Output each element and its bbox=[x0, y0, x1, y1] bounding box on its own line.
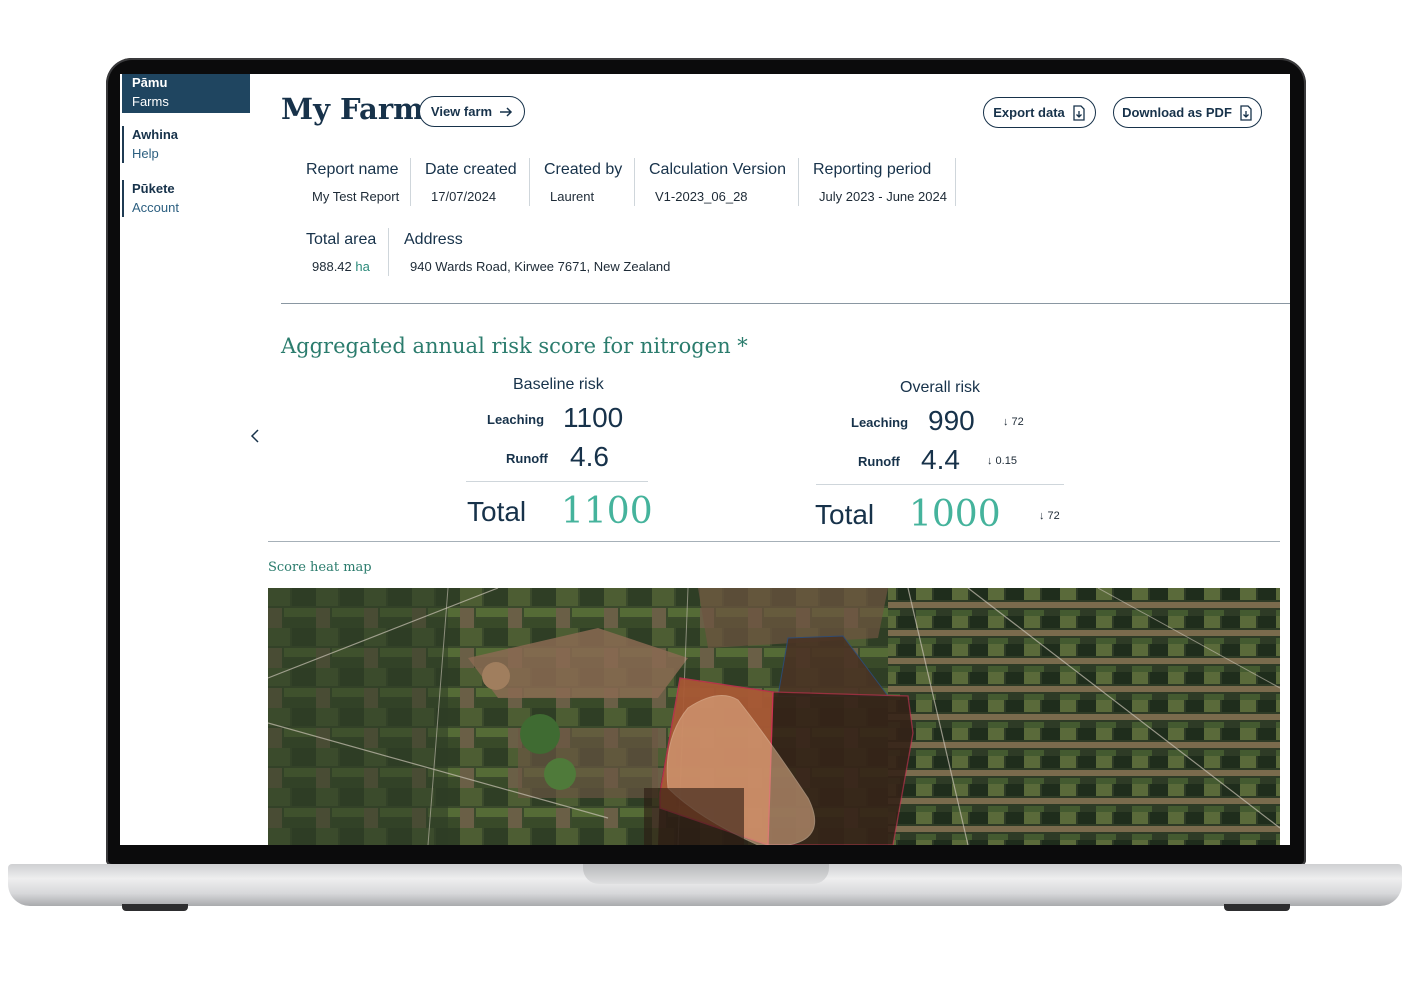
section-divider bbox=[281, 303, 1290, 304]
chevron-left-icon[interactable] bbox=[250, 428, 260, 449]
meta-value: 17/07/2024 bbox=[431, 189, 497, 204]
heatmap-title: Score heat map bbox=[268, 560, 372, 575]
baseline-leaching-value: 1100 bbox=[563, 402, 624, 433]
baseline-runoff-value: 4.6 bbox=[570, 441, 609, 472]
meta-divider bbox=[955, 158, 956, 206]
app-screen: Pāmu Farms Awhina Help Pūkete Account My… bbox=[120, 74, 1290, 845]
overall-divider bbox=[816, 484, 1064, 485]
overall-total-label: Total bbox=[815, 499, 875, 530]
overall-risk-heading: Overall risk bbox=[900, 379, 981, 396]
sidebar-item-help[interactable]: Awhina Help bbox=[122, 126, 250, 163]
sidebar-item-subtitle: Account bbox=[132, 200, 179, 215]
area-value: 988.42 bbox=[312, 259, 352, 274]
meta-total-area: Total area 988.42 ha bbox=[306, 231, 376, 274]
overall-leaching-label: Leaching bbox=[851, 415, 909, 430]
download-pdf-label: Download as PDF bbox=[1122, 105, 1232, 120]
file-download-icon bbox=[1240, 104, 1252, 121]
sidebar-item-subtitle: Farms bbox=[132, 94, 169, 109]
risk-divider bbox=[268, 541, 1280, 542]
overall-runoff-value: 4.4 bbox=[921, 444, 960, 475]
laptop-foot-right bbox=[1224, 904, 1290, 911]
meta-value: V1-2023_06_28 bbox=[655, 189, 748, 204]
meta-divider bbox=[529, 158, 530, 206]
baseline-runoff-label: Runoff bbox=[506, 451, 548, 466]
arrow-right-icon bbox=[500, 106, 513, 117]
meta-label: Date created bbox=[425, 161, 517, 178]
meta-label: Reporting period bbox=[813, 161, 932, 178]
baseline-total-value: 1100 bbox=[561, 491, 653, 532]
export-data-button[interactable]: Export data bbox=[983, 97, 1096, 128]
overall-runoff-label: Runoff bbox=[858, 454, 900, 469]
sidebar-item-title: Pāmu bbox=[132, 75, 168, 90]
laptop-foot-left bbox=[122, 904, 188, 911]
baseline-risk-heading: Baseline risk bbox=[513, 376, 604, 393]
export-data-label: Export data bbox=[993, 105, 1065, 120]
score-heat-map[interactable] bbox=[268, 588, 1280, 845]
meta-value: July 2023 - June 2024 bbox=[819, 189, 947, 204]
meta-label: Created by bbox=[544, 161, 623, 178]
laptop-notch bbox=[583, 864, 829, 884]
meta-label: Total area bbox=[306, 231, 377, 248]
overall-total-value: 1000 bbox=[909, 494, 1001, 535]
baseline-divider bbox=[466, 481, 648, 482]
baseline-leaching-label: Leaching bbox=[487, 412, 545, 427]
download-pdf-button[interactable]: Download as PDF bbox=[1113, 97, 1262, 128]
meta-divider bbox=[388, 228, 389, 276]
sidebar-item-title: Awhina bbox=[132, 127, 178, 142]
meta-reporting-period: Reporting period July 2023 - June 2024 bbox=[813, 161, 947, 204]
meta-divider bbox=[634, 158, 635, 206]
overall-leaching-value: 990 bbox=[928, 405, 975, 436]
meta-value: Laurent bbox=[550, 189, 595, 204]
meta-divider bbox=[410, 158, 411, 206]
meta-report-name: Report name My Test Report bbox=[306, 161, 399, 204]
sidebar-item-farms[interactable]: Pāmu Farms bbox=[122, 74, 250, 113]
baseline-total-label: Total bbox=[467, 496, 527, 527]
overall-total-delta: ↓ 72 bbox=[1039, 510, 1060, 522]
meta-date-created: Date created 17/07/2024 bbox=[425, 161, 517, 204]
meta-label: Report name bbox=[306, 161, 399, 178]
meta-label: Calculation Version bbox=[649, 161, 786, 178]
view-farm-label: View farm bbox=[430, 104, 493, 119]
sidebar-item-title: Pūkete bbox=[132, 181, 175, 196]
satellite-map-image bbox=[268, 588, 1280, 845]
sidebar-item-subtitle: Help bbox=[132, 146, 159, 161]
meta-value: 940 Wards Road, Kirwee 7671, New Zealand bbox=[410, 259, 671, 274]
page-title: My Farm bbox=[281, 92, 424, 126]
file-download-icon bbox=[1073, 104, 1085, 121]
risk-section-title: Aggregated annual risk score for nitroge… bbox=[281, 334, 748, 358]
overall-runoff-delta: ↓ 0.15 bbox=[987, 455, 1017, 467]
meta-label: Address bbox=[404, 231, 463, 248]
meta-value: 988.42 ha bbox=[306, 259, 376, 274]
meta-value: My Test Report bbox=[312, 189, 400, 204]
meta-address: Address 940 Wards Road, Kirwee 7671, New… bbox=[404, 231, 670, 274]
meta-divider bbox=[798, 158, 799, 206]
sidebar: Pāmu Farms Awhina Help Pūkete Account bbox=[120, 74, 250, 845]
overall-leaching-delta: ↓ 72 bbox=[1003, 416, 1024, 428]
meta-created-by: Created by Laurent bbox=[544, 161, 622, 204]
view-farm-button[interactable]: View farm bbox=[419, 96, 525, 127]
meta-calc-version: Calculation Version V1-2023_06_28 bbox=[649, 161, 786, 204]
area-unit: ha bbox=[355, 259, 370, 274]
sidebar-item-account[interactable]: Pūkete Account bbox=[122, 180, 250, 217]
